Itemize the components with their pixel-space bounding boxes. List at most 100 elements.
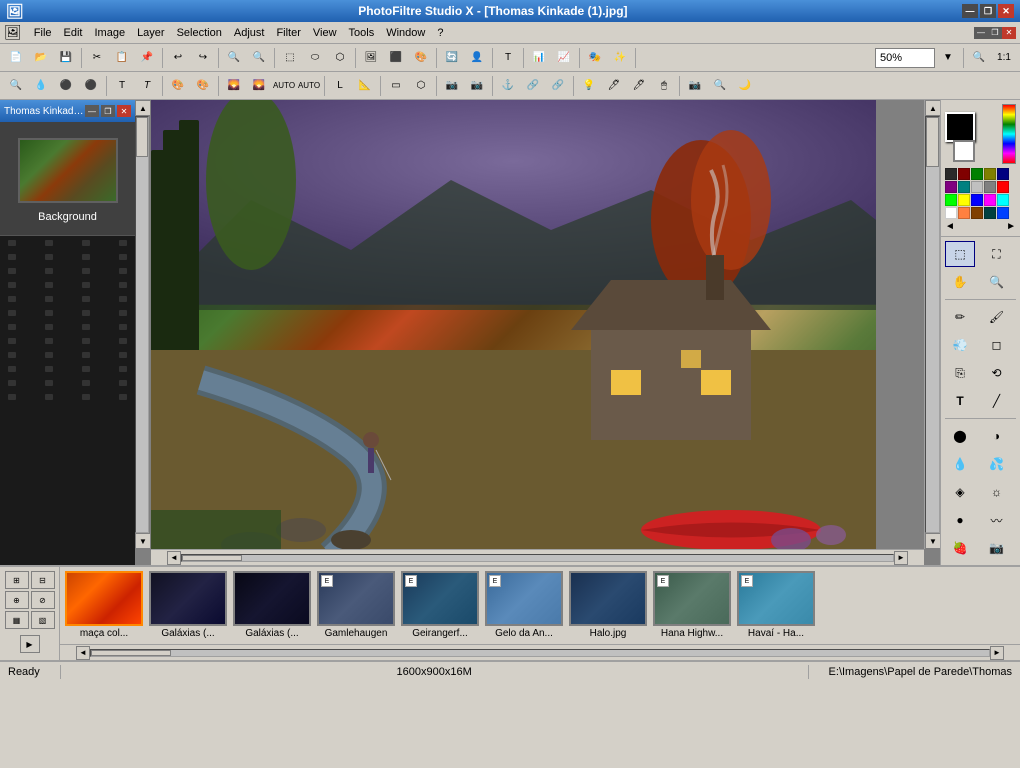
fs-btn-3[interactable]: ⊕ (5, 591, 29, 609)
cut-button[interactable]: ✂ (85, 47, 109, 69)
film-item-3[interactable]: E Gamlehaugen (316, 571, 396, 639)
hscroll-right[interactable]: ► (894, 551, 908, 565)
vscroll-right-down[interactable]: ▼ (925, 533, 940, 549)
bulb-btn[interactable]: 💡 (577, 75, 601, 97)
sample-btn[interactable]: 📷 (683, 75, 707, 97)
magnify-btn[interactable]: 🔍 (4, 75, 28, 97)
palette-next[interactable]: ► (1006, 221, 1016, 232)
fill-tool[interactable]: ⬤ (945, 423, 975, 449)
text-italic-btn[interactable]: T (135, 75, 159, 97)
level-btn[interactable]: 🌄 (222, 75, 246, 97)
filmstrip-scroll-right[interactable]: ► (990, 646, 1004, 660)
film-item-4[interactable]: E Geirangerf... (400, 571, 480, 639)
palette-color[interactable] (984, 181, 996, 193)
moon-btn[interactable]: 🌙 (733, 75, 757, 97)
select-tool[interactable]: ⬚ (945, 241, 975, 267)
palette-color[interactable] (984, 168, 996, 180)
film-item-7[interactable]: E Hana Highw... (652, 571, 732, 639)
minimize-button[interactable]: — (962, 4, 978, 18)
lighten-btn[interactable]: L (328, 75, 352, 97)
mask-btn[interactable]: 🎭 (583, 47, 607, 69)
zoom-tool[interactable]: 🔍 (982, 269, 1012, 295)
menu-tools[interactable]: Tools (343, 25, 381, 41)
menu-edit[interactable]: Edit (58, 25, 89, 41)
dropper-tool[interactable]: 💧 (945, 451, 975, 477)
inner-close[interactable]: ✕ (1002, 27, 1016, 39)
palette-color[interactable] (971, 207, 983, 219)
zoom-out-button[interactable]: 🔍 (247, 47, 271, 69)
menu-layer[interactable]: Layer (131, 25, 171, 41)
palette-color[interactable] (958, 168, 970, 180)
text-tool[interactable]: T (945, 388, 975, 414)
fs-btn-1[interactable]: ⊞ (5, 571, 29, 589)
fs-play[interactable]: ▶ (20, 635, 40, 653)
vscroll-down[interactable]: ▼ (135, 533, 151, 549)
palette-color[interactable] (984, 207, 996, 219)
film-item-0[interactable]: maça col... (64, 571, 144, 639)
color2-btn[interactable]: 🎨 (191, 75, 215, 97)
dropper-btn[interactable]: 💧 (29, 75, 53, 97)
film-item-8[interactable]: E Havaí - Ha... (736, 571, 816, 639)
fill-btn[interactable]: ⬛ (384, 47, 408, 69)
palette-color[interactable] (945, 181, 957, 193)
menu-adjust[interactable]: Adjust (228, 25, 271, 41)
pen2-btn[interactable]: 🖊 (627, 75, 651, 97)
doc-minimize[interactable]: — (85, 105, 99, 117)
hex-btn[interactable]: ⬡ (409, 75, 433, 97)
hscroll-thumb[interactable] (182, 555, 242, 561)
smudge-tool[interactable]: 〰 (982, 507, 1012, 533)
text-btn[interactable]: T (496, 47, 520, 69)
select-ellipse[interactable]: ⬭ (303, 47, 327, 69)
canvas-scroll[interactable] (151, 100, 940, 549)
redo-button[interactable]: ↪ (191, 47, 215, 69)
auto2-btn[interactable]: AUTO (297, 75, 321, 97)
palette-color[interactable] (945, 194, 957, 206)
zoom-dropdown[interactable]: ▼ (936, 47, 960, 69)
menu-help[interactable]: ? (431, 25, 449, 41)
image-btn[interactable]: 🖼 (359, 47, 383, 69)
line-tool[interactable]: ╱ (982, 388, 1012, 414)
hscroll-left[interactable]: ◄ (167, 551, 181, 565)
sponge-tool[interactable]: 🍓 (945, 535, 975, 561)
open-button[interactable]: 📂 (29, 47, 53, 69)
primary-color[interactable] (945, 112, 975, 142)
snapshot-btn[interactable]: 📷 (465, 75, 489, 97)
effect-btn[interactable]: ✨ (608, 47, 632, 69)
palette-color[interactable] (945, 168, 957, 180)
color1-btn[interactable]: 🎨 (166, 75, 190, 97)
film-item-6[interactable]: Halo.jpg (568, 571, 648, 639)
filmstrip-scroll-left[interactable]: ◄ (76, 646, 90, 660)
palette-color[interactable] (971, 168, 983, 180)
histogram-btn[interactable]: 📊 (527, 47, 551, 69)
select-rect[interactable]: ⬚ (278, 47, 302, 69)
dodge-tool[interactable]: ☼ (982, 479, 1012, 505)
auto-btn[interactable]: AUTO (272, 75, 296, 97)
film-item-2[interactable]: Galáxias (... (232, 571, 312, 639)
anchor-btn[interactable]: ⚓ (496, 75, 520, 97)
camera-btn[interactable]: 📷 (440, 75, 464, 97)
history-tool[interactable]: ⟲ (982, 360, 1012, 386)
gradient-tool[interactable]: ◑ (982, 423, 1012, 449)
film-item-1[interactable]: Galáxias (... (148, 571, 228, 639)
palette-color[interactable] (971, 181, 983, 193)
menu-filter[interactable]: Filter (270, 25, 306, 41)
transform-btn[interactable]: 👤 (465, 47, 489, 69)
vscroll-up[interactable]: ▲ (135, 100, 151, 116)
maximize-button[interactable]: ❐ (980, 4, 996, 18)
palette-color[interactable] (997, 207, 1009, 219)
crop-btn[interactable]: 📐 (353, 75, 377, 97)
copy-button[interactable]: 📋 (110, 47, 134, 69)
menu-selection[interactable]: Selection (171, 25, 228, 41)
pen-btn[interactable]: 🖊 (602, 75, 626, 97)
palette-color[interactable] (997, 168, 1009, 180)
palette-color[interactable] (984, 194, 996, 206)
palette-color[interactable] (997, 181, 1009, 193)
menu-view[interactable]: View (307, 25, 343, 41)
fs-btn-6[interactable]: ▧ (31, 611, 55, 629)
palette-color[interactable] (971, 194, 983, 206)
vscroll-thumb[interactable] (136, 117, 148, 157)
hand-tool[interactable]: ✋ (945, 269, 975, 295)
zoom-in-button[interactable]: 🔍 (222, 47, 246, 69)
secondary-color[interactable] (953, 140, 975, 162)
menu-file[interactable]: File (28, 25, 58, 41)
